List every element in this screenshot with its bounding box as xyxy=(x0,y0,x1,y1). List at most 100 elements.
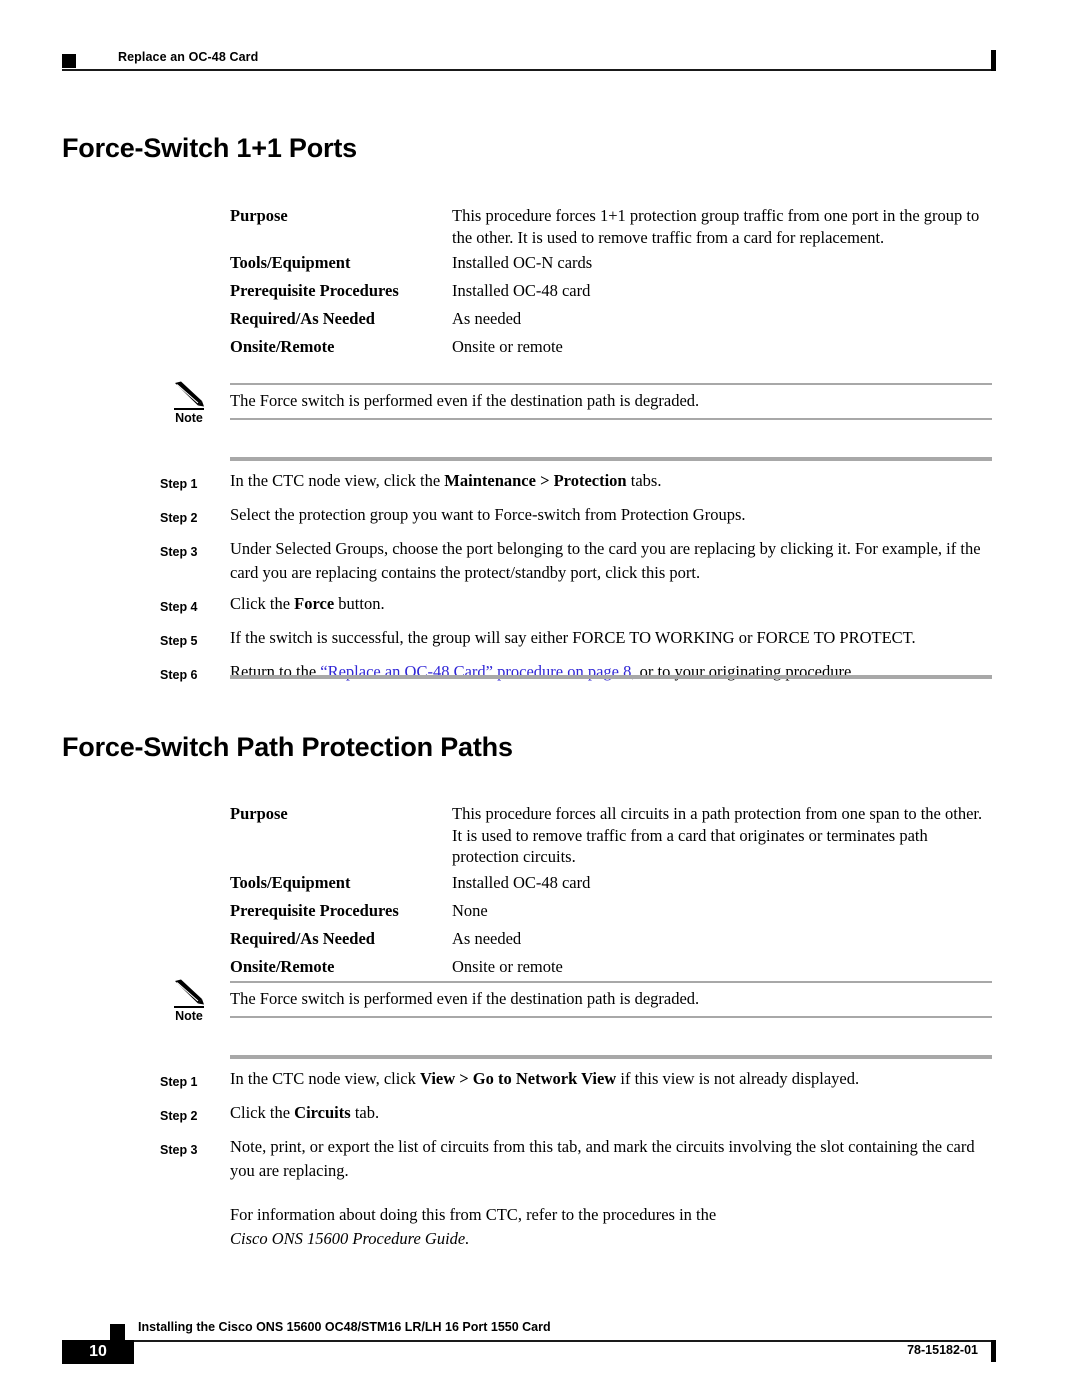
step-row: Step 2 Click the Circuits tab. xyxy=(160,1101,992,1128)
step-text-post: if this view is not already displayed. xyxy=(616,1069,860,1088)
step-row: Step 1 In the CTC node view, click the M… xyxy=(160,469,992,496)
property-row: Required/As Needed As needed xyxy=(230,305,992,332)
steps-top-separator-rule-section-1 xyxy=(230,457,992,461)
step-number: Step 1 xyxy=(160,477,198,491)
property-label: Purpose xyxy=(230,804,288,823)
step-text-post: tab. xyxy=(350,1103,380,1122)
step-row: Step 5 If the switch is successful, the … xyxy=(160,626,992,653)
property-value: Onsite or remote xyxy=(452,337,563,356)
step-text-post: button. xyxy=(334,594,385,613)
step-text: Note, print, or export the list of circu… xyxy=(230,1135,992,1183)
trailing-italic-guide-title: Cisco ONS 15600 Procedure Guide. xyxy=(230,1229,470,1248)
section-heading-force-switch-path-protection-paths: Force-Switch Path Protection Paths xyxy=(62,732,513,762)
step-number: Step 1 xyxy=(160,1075,198,1089)
property-row: Required/As Needed As needed xyxy=(230,925,992,952)
step-number: Step 2 xyxy=(160,1109,198,1123)
pencil-note-icon xyxy=(175,979,204,1005)
step-text-pre: In the CTC node view, click xyxy=(230,1069,421,1088)
property-label: Onsite/Remote xyxy=(230,956,335,976)
property-value: Installed OC-48 card xyxy=(452,281,591,300)
steps-list-section-2: Step 1 In the CTC node view, click View … xyxy=(160,1067,992,1251)
property-row: Prerequisite Procedures Installed OC-48 … xyxy=(230,277,992,304)
step-text-bold: Circuits xyxy=(294,1103,351,1122)
steps-bottom-separator-rule-section-1 xyxy=(230,675,992,679)
property-row: Onsite/Remote Onsite or remote xyxy=(230,953,992,980)
step-text-pre: Select the protection group you want to … xyxy=(230,505,746,524)
property-label: Tools/Equipment xyxy=(230,872,351,892)
step-text-pre: Under Selected Groups, choose the port b… xyxy=(230,539,981,582)
note-label: Note xyxy=(175,411,203,425)
step-text-pre: Click the xyxy=(230,1103,295,1122)
property-row: Tools/Equipment Installed OC-N cards xyxy=(230,249,992,276)
note-label: Note xyxy=(175,1009,203,1023)
footer-bullet-square-icon xyxy=(110,1324,125,1340)
property-label: Required/As Needed xyxy=(230,309,375,328)
step-text: Select the protection group you want to … xyxy=(230,503,992,527)
step-text-pre: If the switch is successful, the group w… xyxy=(230,628,916,647)
footer-document-title: Installing the Cisco ONS 15600 OC48/STM1… xyxy=(138,1320,551,1334)
property-value: This procedure forces all circuits in a … xyxy=(452,804,983,866)
step-row: Step 4 Click the Force button. xyxy=(160,592,992,619)
page-running-header: Replace an OC-48 Card xyxy=(62,48,996,74)
property-label: Prerequisite Procedures xyxy=(230,900,399,920)
property-label: Prerequisite Procedures xyxy=(230,281,399,300)
step-row: Step 3 Under Selected Groups, choose the… xyxy=(160,537,992,585)
step-row: Step 2 Select the protection group you w… xyxy=(160,503,992,530)
footer-end-bar xyxy=(991,1340,996,1362)
section-heading-force-switch-1plus1-ports: Force-Switch 1+1 Ports xyxy=(62,133,357,163)
step-text: Return to the “Replace an OC-48 Card” pr… xyxy=(230,660,992,684)
step-number: Step 3 xyxy=(160,1143,198,1157)
property-value: None xyxy=(452,900,488,920)
note-text: The Force switch is performed even if th… xyxy=(230,989,700,1008)
header-end-bar xyxy=(991,50,996,71)
note-icon-underline xyxy=(174,1006,204,1008)
note-icon-group: Note xyxy=(165,979,213,1024)
property-row: Purpose This procedure forces 1+1 protec… xyxy=(230,203,992,248)
header-running-title: Replace an OC-48 Card xyxy=(118,50,259,64)
property-value: As needed xyxy=(452,928,522,948)
page-footer: Installing the Cisco ONS 15600 OC48/STM1… xyxy=(62,1318,996,1364)
note-body: The Force switch is performed even if th… xyxy=(230,981,992,1018)
step-text: In the CTC node view, click the Maintena… xyxy=(230,469,992,493)
property-row: Onsite/Remote Onsite or remote xyxy=(230,333,992,360)
step-text-bold: Force xyxy=(294,594,335,613)
property-label: Onsite/Remote xyxy=(230,337,335,356)
step-text: Click the Force button. xyxy=(230,592,992,616)
step-text-bold: View > Go to Network View xyxy=(420,1069,617,1088)
step-text: In the CTC node view, click View > Go to… xyxy=(230,1067,992,1091)
step-number: Step 3 xyxy=(160,545,198,559)
property-table-section-1: Purpose This procedure forces 1+1 protec… xyxy=(230,203,992,361)
property-value: This procedure forces 1+1 protection gro… xyxy=(452,206,980,247)
property-label: Required/As Needed xyxy=(230,928,375,948)
property-value: Onsite or remote xyxy=(452,956,563,976)
step-number: Step 2 xyxy=(160,511,198,525)
step-text-pre: In the CTC node view, click the xyxy=(230,471,445,490)
step-text: Click the Circuits tab. xyxy=(230,1101,992,1125)
note-text: The Force switch is performed even if th… xyxy=(230,391,700,410)
step-text-pre: Click the xyxy=(230,594,295,613)
step-row: Step 3 Note, print, or export the list o… xyxy=(160,1135,992,1183)
property-label: Purpose xyxy=(230,206,288,225)
property-label: Tools/Equipment xyxy=(230,253,351,272)
pencil-note-icon xyxy=(175,381,204,407)
property-row: Tools/Equipment Installed OC-48 card xyxy=(230,869,992,896)
steps-list-section-1: Step 1 In the CTC node view, click the M… xyxy=(160,469,992,694)
footer-doc-number: 78-15182-01 xyxy=(907,1343,978,1357)
step-text-pre: Note, print, or export the list of circu… xyxy=(230,1137,975,1180)
step-number: Step 5 xyxy=(160,634,198,648)
property-row: Prerequisite Procedures None xyxy=(230,897,992,924)
property-value: Installed OC-48 card xyxy=(452,872,591,892)
step-text: Under Selected Groups, choose the port b… xyxy=(230,537,992,585)
step-number: Step 6 xyxy=(160,668,198,682)
steps-top-separator-rule-section-2 xyxy=(230,1055,992,1059)
property-value: Installed OC-N cards xyxy=(452,253,593,272)
trailing-paragraph-text: For information about doing this from CT… xyxy=(230,1205,717,1224)
step-row: Step 1 In the CTC node view, click View … xyxy=(160,1067,992,1094)
note-icon-underline xyxy=(174,408,204,410)
step-number: Step 4 xyxy=(160,600,198,614)
header-rule xyxy=(62,69,994,71)
footer-rule xyxy=(124,1340,994,1342)
trailing-paragraph: For information about doing this from CT… xyxy=(230,1203,992,1251)
step-text: If the switch is successful, the group w… xyxy=(230,626,992,650)
footer-page-number: 10 xyxy=(89,1343,107,1360)
